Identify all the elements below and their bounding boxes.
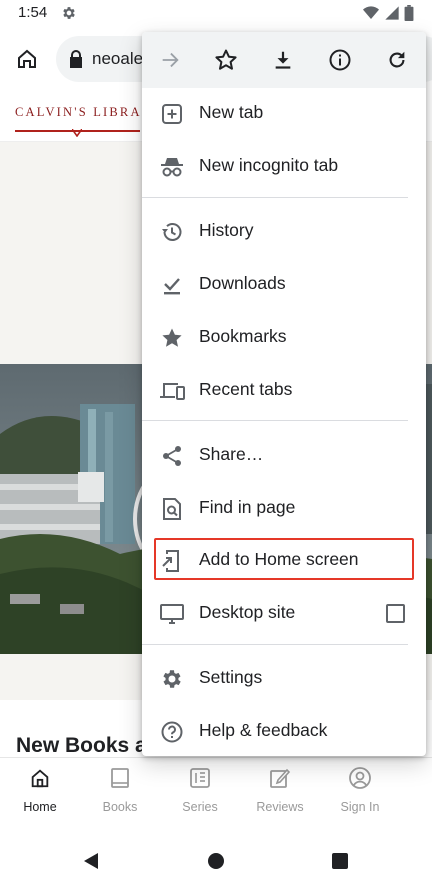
help-icon (161, 721, 183, 743)
menu-item-share[interactable]: Share… (142, 429, 426, 481)
nav-books[interactable]: Books (80, 758, 160, 834)
forward-button[interactable] (154, 44, 186, 76)
edit-icon (270, 768, 291, 788)
nav-books-label: Books (102, 800, 138, 814)
signal-icon (385, 6, 399, 20)
menu-item-label: Share… (199, 444, 264, 464)
nav-series-label: Series (182, 800, 218, 814)
gear-icon (63, 7, 75, 19)
forward-arrow-icon (162, 52, 179, 68)
menu-item-label: Recent tabs (199, 379, 293, 399)
menu-item-downloads[interactable]: Downloads (142, 258, 426, 310)
system-nav-bar (0, 836, 432, 888)
menu-action-row (142, 32, 426, 88)
battery-icon (404, 5, 414, 21)
monitor-icon (160, 604, 184, 624)
menu-divider (142, 197, 408, 198)
menu-item-new-incognito-tab[interactable]: New incognito tab (142, 140, 426, 192)
menu-item-desktop-site[interactable]: Desktop site (142, 587, 426, 639)
menu-divider (142, 420, 408, 421)
menu-item-help-feedback[interactable]: Help & feedback (142, 705, 426, 757)
menu-item-label: New incognito tab (199, 155, 339, 175)
menu-item-label: New tab (199, 102, 264, 122)
devices-icon (160, 383, 185, 400)
browser-overflow-menu: New tab New incognito tab History Downlo… (142, 32, 426, 756)
home-button[interactable] (10, 42, 44, 76)
menu-item-bookmarks[interactable]: Bookmarks (142, 311, 426, 363)
site-bottom-nav: Home Books Series Reviews Sign In (0, 757, 432, 833)
menu-item-label: History (199, 220, 254, 240)
section-heading: New Books ac (16, 734, 159, 757)
page-info-button[interactable] (324, 44, 356, 76)
logo-notch (72, 129, 82, 137)
bookmark-page-button[interactable] (210, 44, 242, 76)
menu-item-recent-tabs[interactable]: Recent tabs (142, 364, 426, 416)
home-outline-icon (31, 769, 49, 788)
recents-icon[interactable] (331, 852, 349, 870)
account-icon (349, 767, 371, 789)
status-time: 1:54 (18, 4, 48, 21)
book-icon (111, 768, 129, 788)
menu-item-history[interactable]: History (142, 205, 426, 257)
star-outline-icon (215, 49, 237, 70)
menu-item-label: Downloads (199, 273, 286, 293)
share-icon (163, 446, 181, 466)
menu-item-find-in-page[interactable]: Find in page (142, 482, 426, 534)
menu-item-label: Help & feedback (199, 720, 328, 740)
add-box-icon (162, 104, 182, 124)
nav-reviews[interactable]: Reviews (240, 758, 320, 834)
menu-item-label: Find in page (199, 497, 296, 517)
menu-item-label: Settings (199, 667, 263, 687)
wifi-icon (363, 6, 379, 19)
menu-item-label: Bookmarks (199, 326, 287, 346)
site-logo[interactable]: CALVIN'S LIBRAR (15, 105, 152, 120)
reload-button[interactable] (381, 44, 413, 76)
home-circle-icon[interactable] (207, 852, 225, 870)
status-bar: 1:54 (0, 0, 432, 28)
download-icon (275, 51, 291, 69)
download-page-button[interactable] (267, 44, 299, 76)
info-icon (329, 49, 351, 71)
menu-item-new-tab[interactable]: New tab (142, 87, 426, 139)
nav-sign-in[interactable]: Sign In (320, 758, 400, 834)
history-icon (162, 223, 182, 241)
lock-icon (70, 50, 82, 68)
nav-home[interactable]: Home (0, 758, 80, 834)
settings-icon (163, 670, 181, 688)
menu-item-settings[interactable]: Settings (142, 652, 426, 704)
nav-sign-in-label: Sign In (340, 800, 380, 814)
status-icons (362, 5, 414, 21)
back-icon[interactable] (82, 852, 100, 870)
download-done-icon (164, 278, 180, 295)
highlight-annotation-box (154, 538, 414, 580)
home-icon (18, 49, 36, 68)
star-icon (162, 328, 182, 347)
nav-home-label: Home (23, 800, 57, 814)
refresh-icon (389, 51, 405, 68)
incognito-icon (161, 158, 183, 177)
nav-series[interactable]: Series (160, 758, 240, 834)
menu-divider (142, 644, 408, 645)
series-icon (190, 768, 210, 788)
find-in-page-icon (163, 498, 181, 520)
nav-reviews-label: Reviews (256, 800, 304, 814)
menu-item-label: Desktop site (199, 602, 296, 622)
desktop-site-checkbox[interactable] (386, 604, 405, 623)
